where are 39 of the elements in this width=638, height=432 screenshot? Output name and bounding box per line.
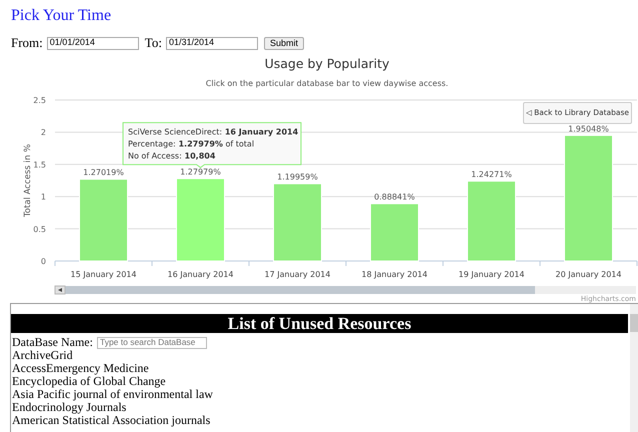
axis-tick-label: 1.5 <box>33 160 46 170</box>
search-label: DataBase Name: <box>12 336 93 349</box>
search-field[interactable]: Type to search DataBase <box>96 336 207 348</box>
resource-item: Encyclopedia of Global Change <box>12 375 167 388</box>
data-label: 0.88841% <box>374 192 415 202</box>
axis-tick-label: 1 <box>40 192 46 202</box>
axis-tick-label: 15 January 2014 <box>70 270 136 279</box>
section-heading: List of Unused Resources <box>11 314 628 333</box>
axis-tick-label: 17 January 2014 <box>264 270 330 279</box>
axis-tick-label: 2 <box>40 128 46 138</box>
to-date-field[interactable]: 01/31/2014 <box>166 36 258 50</box>
axis-tick-label: 20 January 2014 <box>556 270 622 279</box>
data-label: 1.95048% <box>568 124 609 134</box>
from-date-field[interactable]: 01/01/2014 <box>46 36 139 50</box>
from-label: From: <box>11 34 43 52</box>
chart-title: Usage by Popularity <box>264 56 390 71</box>
axis-tick-label: 16 January 2014 <box>168 270 234 279</box>
axis-tick-label: 18 January 2014 <box>362 270 428 279</box>
resource-item: ArchiveGrid <box>12 349 74 362</box>
axis-title: Total Access in % <box>23 144 33 217</box>
axis-tick-label: 0 <box>40 257 46 266</box>
tooltip-text: Percentage: 1.27979% of total <box>128 140 254 149</box>
axis-tick-label: 0.5 <box>33 224 46 234</box>
data-label: 1.27979% <box>180 168 221 177</box>
resource-item: Asia Pacific journal of environmental law <box>12 388 214 401</box>
resource-item: Endocrinology Journals <box>12 401 128 414</box>
resource-item: American Statistical Association journals <box>12 414 212 427</box>
submit-button[interactable]: Submit <box>264 36 304 50</box>
chart-subtitle: Click on the particular database bar to view daywise access. <box>206 79 448 88</box>
page-title: Pick Your Time <box>11 6 112 26</box>
tooltip-text: No of Access: 10,804 <box>128 152 216 161</box>
resource-item: AccessEmergency Medicine <box>12 362 150 375</box>
data-label: 1.19959% <box>277 172 318 182</box>
tooltip-heading: SciVerse ScienceDirect: 16 January 2014 <box>128 128 298 137</box>
data-label: 1.24271% <box>471 170 512 180</box>
data-label: 1.27019% <box>83 168 124 178</box>
to-label: To: <box>144 34 162 52</box>
axis-tick-label: 2.5 <box>33 96 46 105</box>
axis-tick-label: 19 January 2014 <box>458 270 524 279</box>
